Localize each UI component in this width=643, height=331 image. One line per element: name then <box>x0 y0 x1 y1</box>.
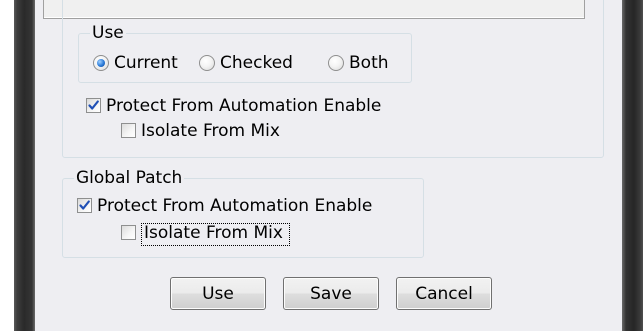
use-checked-label[interactable]: Checked <box>220 53 293 73</box>
keyboard-focus-rect <box>141 223 290 246</box>
check-mark-icon <box>79 200 90 210</box>
cancel-button[interactable]: Cancel <box>396 277 492 310</box>
global-protect-automation-label[interactable]: Protect From Automation Enable <box>97 196 372 216</box>
global-patch-group <box>62 178 424 258</box>
use-both-label[interactable]: Both <box>349 53 389 73</box>
protect-automation-checkbox[interactable] <box>86 98 101 113</box>
isolate-mix-label[interactable]: Isolate From Mix <box>141 121 280 141</box>
global-patch-legend: Global Patch <box>74 168 185 188</box>
window-frame-right <box>622 0 643 331</box>
window-frame-left <box>14 0 35 331</box>
dialog-window: Use Current Checked Both Protect From Au… <box>0 0 643 331</box>
use-current-radio[interactable] <box>93 55 109 71</box>
use-current-label[interactable]: Current <box>114 53 178 73</box>
protect-automation-label[interactable]: Protect From Automation Enable <box>106 96 381 116</box>
global-protect-automation-checkbox[interactable] <box>77 198 92 213</box>
save-button[interactable]: Save <box>283 277 379 310</box>
use-group-legend: Use <box>90 23 126 43</box>
global-isolate-mix-checkbox[interactable] <box>121 225 136 240</box>
check-mark-icon <box>88 100 99 110</box>
use-checked-radio[interactable] <box>199 55 215 71</box>
isolate-mix-checkbox[interactable] <box>121 123 136 138</box>
use-button[interactable]: Use <box>170 277 266 310</box>
use-both-radio[interactable] <box>328 55 344 71</box>
